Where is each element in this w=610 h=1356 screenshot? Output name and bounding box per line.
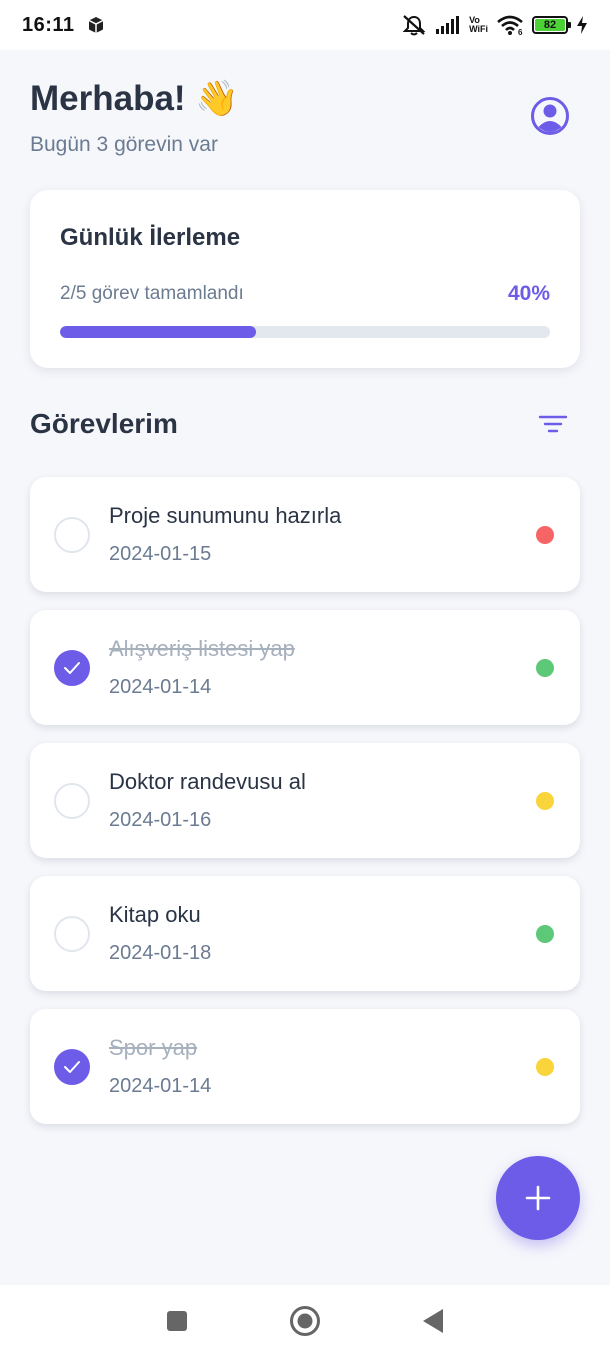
greeting-title: Merhaba! 👋 xyxy=(30,79,239,118)
task-title: Proje sunumunu hazırla xyxy=(109,503,342,528)
task-content: Kitap oku 2024-01-18 xyxy=(109,902,536,965)
back-button[interactable] xyxy=(421,1308,445,1334)
package-icon xyxy=(88,17,103,33)
task-date: 2024-01-16 xyxy=(109,809,212,831)
task-checkbox[interactable] xyxy=(54,782,90,819)
task-checkbox[interactable] xyxy=(54,516,90,553)
task-content: Alışveriş listesi yap 2024-01-14 xyxy=(109,636,536,699)
checkmark-icon xyxy=(64,661,80,674)
signal-icon xyxy=(436,16,460,34)
task-title: Alışveriş listesi yap xyxy=(109,636,295,661)
task-title: Kitap oku xyxy=(109,902,201,927)
task-content: Spor yap 2024-01-14 xyxy=(109,1035,536,1098)
svg-text:6: 6 xyxy=(518,28,523,36)
task-title: Doktor randevusu al xyxy=(109,769,306,794)
mute-bell-icon xyxy=(402,15,426,36)
task-checkbox[interactable] xyxy=(54,1048,90,1085)
recents-button[interactable] xyxy=(165,1309,189,1333)
daily-progress-card: Günlük İlerleme 2/5 görev tamamlandı 40% xyxy=(30,190,580,368)
task-date: 2024-01-18 xyxy=(109,942,212,964)
task-item[interactable]: Doktor randevusu al 2024-01-16 xyxy=(30,743,580,858)
task-date: 2024-01-14 xyxy=(109,1075,212,1097)
add-task-button[interactable] xyxy=(496,1156,580,1240)
progress-bar-fill xyxy=(60,326,256,338)
task-item[interactable]: Alışveriş listesi yap 2024-01-14 xyxy=(30,610,580,725)
priority-indicator xyxy=(536,1057,554,1076)
home-button[interactable] xyxy=(289,1305,321,1337)
task-content: Doktor randevusu al 2024-01-16 xyxy=(109,769,536,832)
task-item[interactable]: Kitap oku 2024-01-18 xyxy=(30,876,580,991)
checkmark-icon xyxy=(64,1060,80,1073)
system-nav-bar xyxy=(0,1285,610,1356)
status-bar: 16:11 Vo WiFi 6 82 xyxy=(0,0,610,50)
task-date: 2024-01-14 xyxy=(109,676,212,698)
priority-indicator xyxy=(536,658,554,677)
wifi-icon: 6 xyxy=(497,15,523,36)
task-checkbox[interactable] xyxy=(54,649,90,686)
greeting-subtitle: Bugün 3 görevin var xyxy=(30,133,218,156)
charging-bolt-icon xyxy=(577,16,587,34)
progress-title: Günlük İlerleme xyxy=(60,224,241,251)
task-item[interactable]: Proje sunumunu hazırla 2024-01-15 xyxy=(30,477,580,592)
tasks-header: Görevlerim xyxy=(30,408,580,440)
battery-level: 82 xyxy=(535,19,565,31)
plus-icon xyxy=(525,1185,551,1211)
priority-indicator xyxy=(536,924,554,943)
filter-icon[interactable] xyxy=(538,412,568,436)
task-content: Proje sunumunu hazırla 2024-01-15 xyxy=(109,503,536,566)
battery-icon: 82 xyxy=(532,16,571,34)
task-date: 2024-01-15 xyxy=(109,543,212,565)
task-item[interactable]: Spor yap 2024-01-14 xyxy=(30,1009,580,1124)
progress-bar xyxy=(60,326,550,338)
status-time: 16:11 xyxy=(22,13,75,36)
header: Merhaba! 👋 Bugün 3 görevin var xyxy=(30,78,580,157)
vowifi-indicator: Vo WiFi xyxy=(469,15,488,34)
task-list: Proje sunumunu hazırla 2024-01-15 Alışveri… xyxy=(30,477,580,1142)
progress-summary: 2/5 görev tamamlandı xyxy=(60,283,244,304)
task-title: Spor yap xyxy=(109,1035,198,1060)
priority-indicator xyxy=(536,791,554,810)
profile-icon[interactable] xyxy=(530,96,570,136)
priority-indicator xyxy=(536,525,554,544)
tasks-title: Görevlerim xyxy=(30,408,178,439)
progress-percent: 40% xyxy=(507,282,550,305)
task-checkbox[interactable] xyxy=(54,915,90,952)
